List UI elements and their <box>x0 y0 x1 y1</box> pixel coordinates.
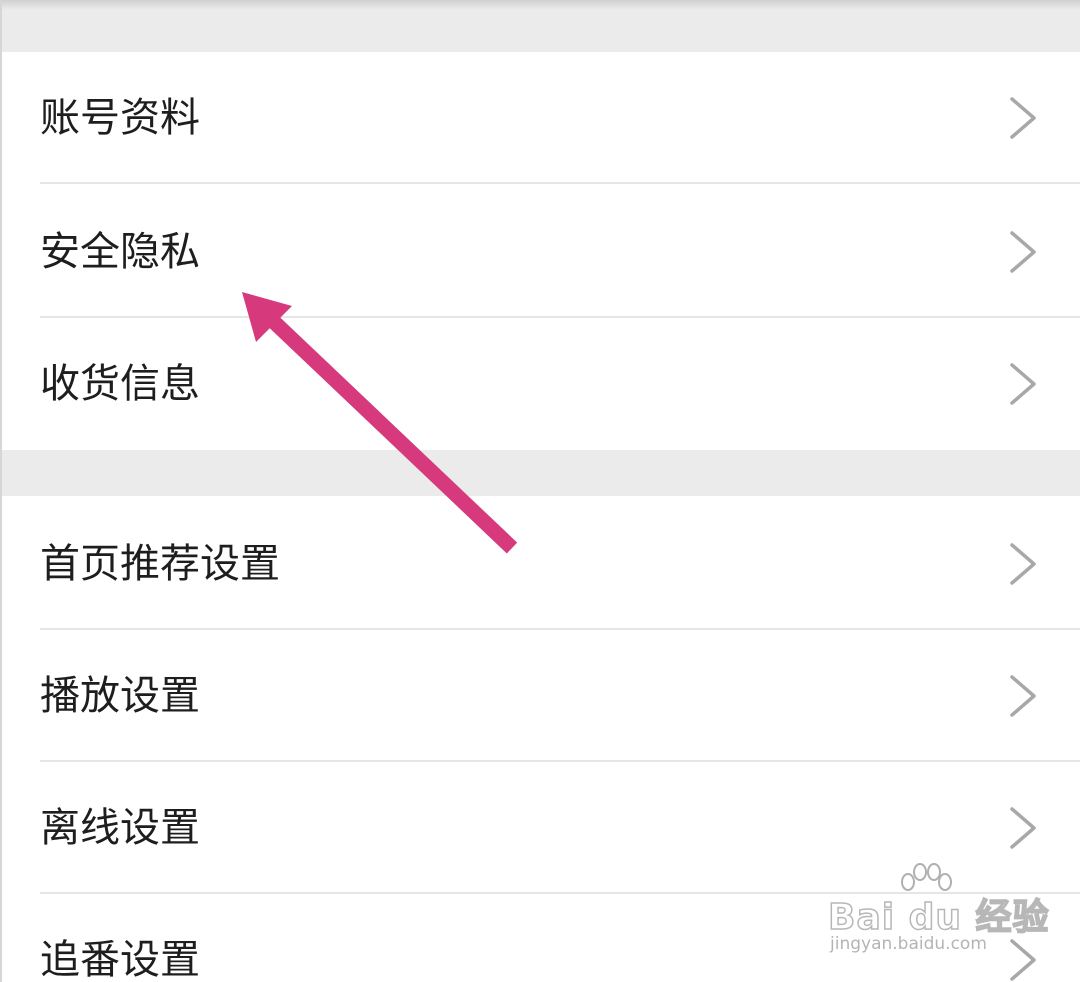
settings-item-label: 收货信息 <box>40 361 200 407</box>
chevron-right-icon <box>1006 674 1040 718</box>
chevron-right-icon <box>1006 230 1040 274</box>
settings-item-home-recommendation[interactable]: 首页推荐设置 <box>2 498 1080 630</box>
settings-item-shipping-info[interactable]: 收货信息 <box>2 318 1080 450</box>
section-separator <box>2 10 1080 52</box>
settings-item-label: 安全隐私 <box>40 229 200 275</box>
chevron-right-icon <box>1006 542 1040 586</box>
divider <box>40 182 1080 184</box>
settings-item-label: 播放设置 <box>40 673 200 719</box>
settings-item-label: 追番设置 <box>40 937 200 982</box>
settings-item-label: 账号资料 <box>40 95 200 141</box>
settings-item-offline[interactable]: 离线设置 <box>2 762 1080 894</box>
settings-item-label: 首页推荐设置 <box>40 541 280 587</box>
settings-item-account-profile[interactable]: 账号资料 <box>2 52 1080 184</box>
settings-item-bangumi-follow[interactable]: 追番设置 <box>2 894 1080 982</box>
settings-item-playback[interactable]: 播放设置 <box>2 630 1080 762</box>
chevron-right-icon <box>1006 96 1040 140</box>
chevron-right-icon <box>1006 938 1040 982</box>
header-shadow <box>2 0 1080 10</box>
settings-page: 账号资料 安全隐私 收货信息 首页推荐设置 播放设置 离线设置 追番设置 <box>0 0 1080 982</box>
section-separator <box>2 450 1080 496</box>
settings-item-security-privacy[interactable]: 安全隐私 <box>2 186 1080 318</box>
chevron-right-icon <box>1006 806 1040 850</box>
settings-item-label: 离线设置 <box>40 805 200 851</box>
chevron-right-icon <box>1006 362 1040 406</box>
